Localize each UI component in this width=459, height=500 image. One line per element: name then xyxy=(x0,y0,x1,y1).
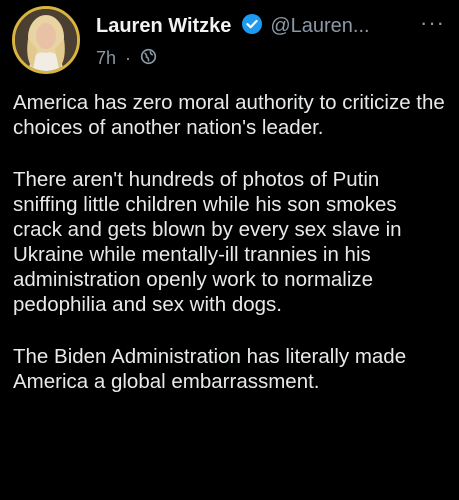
post-paragraph: America has zero moral authority to crit… xyxy=(13,91,445,139)
post-paragraph: The Biden Administration has literally m… xyxy=(13,345,407,393)
post-paragraph: There aren't hundreds of photos of Putin… xyxy=(13,168,402,316)
verified-badge-icon xyxy=(241,14,262,39)
post-header: Lauren Witzke @Lauren... ··· 7h · xyxy=(12,6,449,76)
post-card: Lauren Witzke @Lauren... ··· 7h · Americ… xyxy=(0,0,459,500)
post-meta: 7h · xyxy=(96,48,157,70)
author-handle[interactable]: @Lauren... xyxy=(270,15,369,37)
more-options-icon[interactable]: ··· xyxy=(420,12,445,34)
avatar-image xyxy=(15,9,77,71)
avatar[interactable] xyxy=(12,6,80,74)
post-time[interactable]: 7h xyxy=(96,48,116,68)
meta-separator: · xyxy=(125,48,132,68)
author-row: Lauren Witzke @Lauren... xyxy=(96,14,449,40)
post-text: America has zero moral authority to crit… xyxy=(13,90,447,421)
globe-icon xyxy=(140,48,157,70)
author-name[interactable]: Lauren Witzke xyxy=(96,15,231,37)
